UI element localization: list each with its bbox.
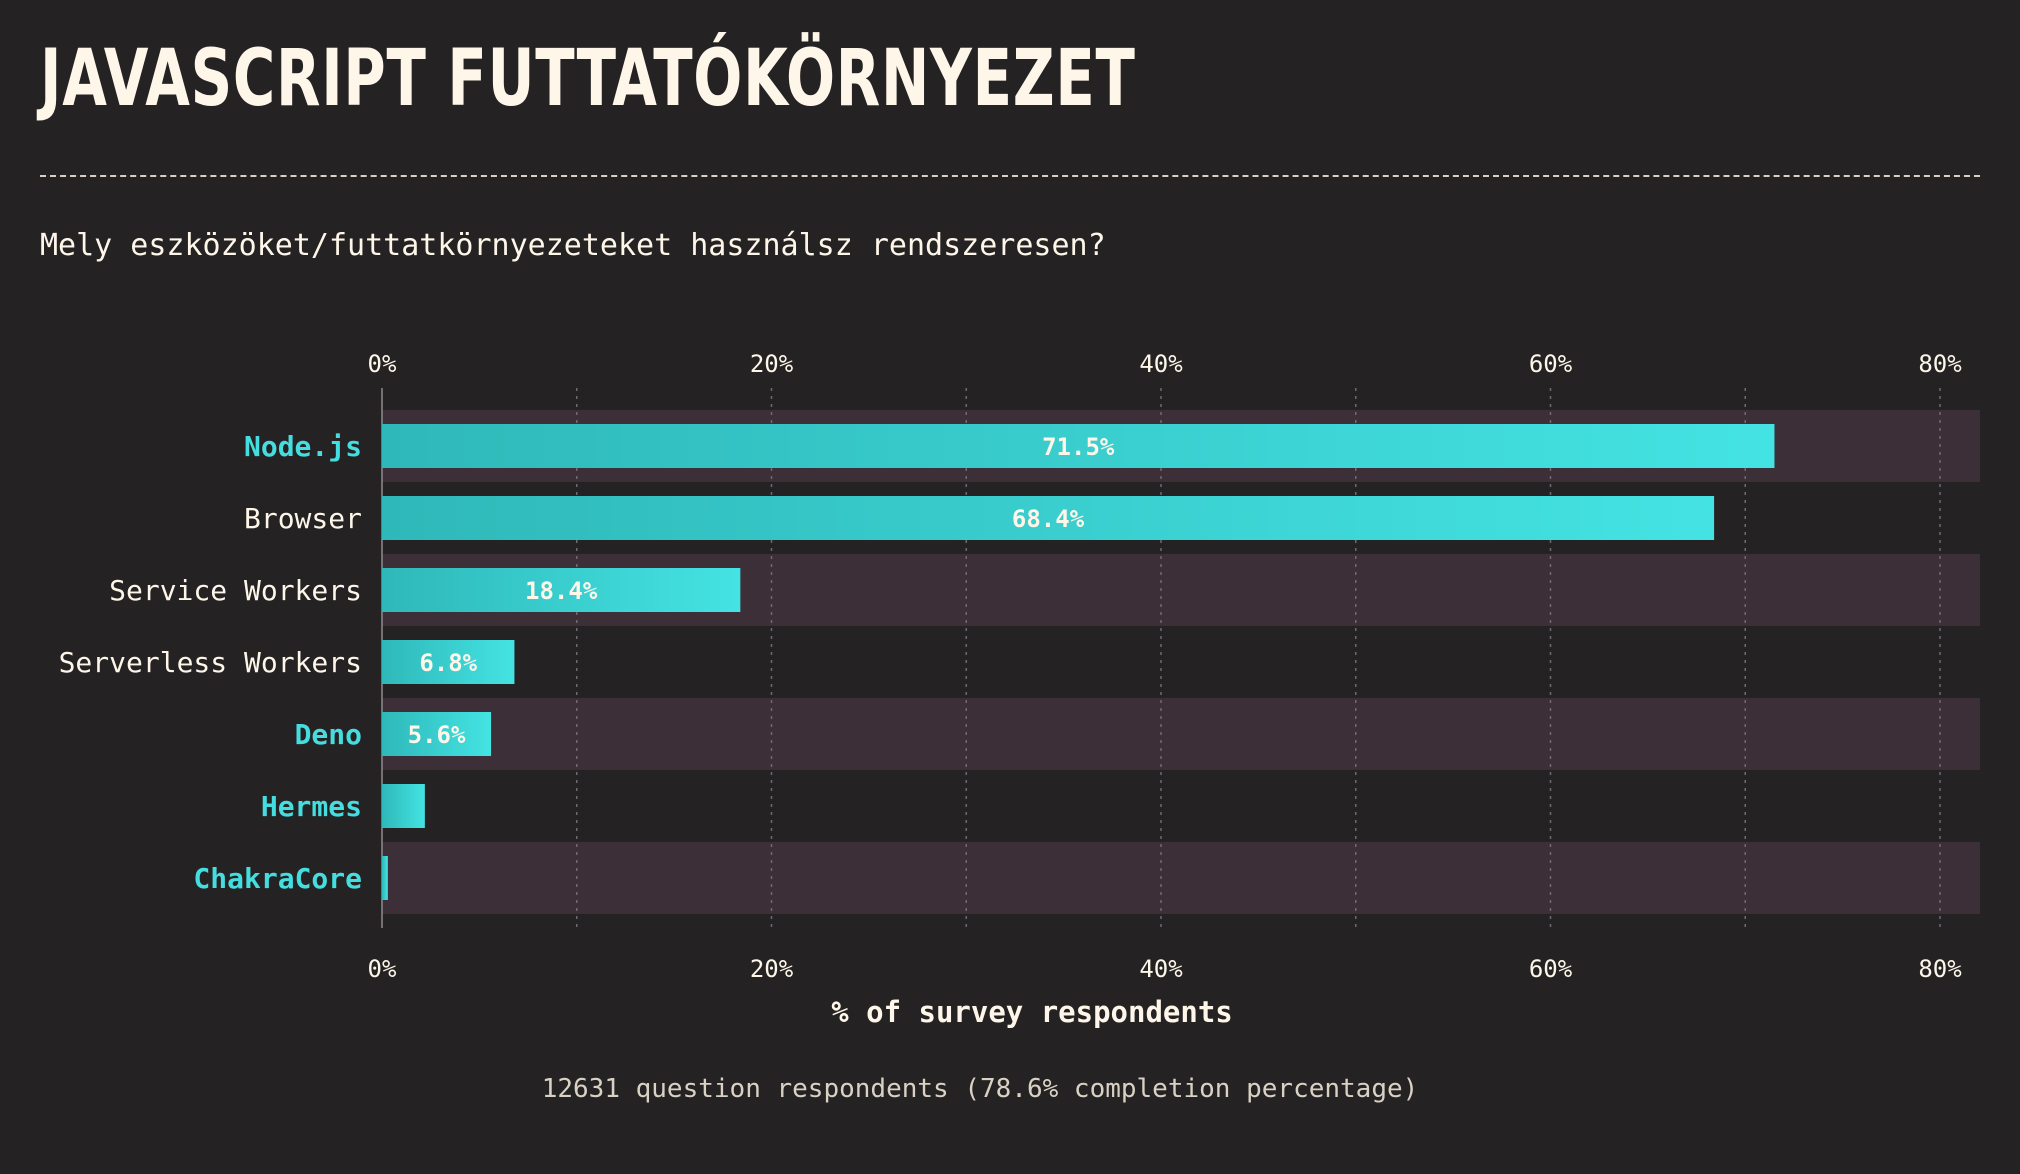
category-label[interactable]: Deno [295,718,362,751]
top-tick-label: 20% [750,350,794,378]
category-label: Browser [244,502,362,535]
bar-value-label: 6.8% [419,649,477,677]
bar-value-label: 71.5% [1042,433,1115,461]
top-tick-label: 0% [368,350,397,378]
bar-value-label: 5.6% [408,721,466,749]
bar [382,784,425,828]
bottom-tick-label: 40% [1139,955,1183,983]
category-label[interactable]: Node.js [244,430,362,463]
bottom-tick-label: 20% [750,955,794,983]
respondents-note: 12631 question respondents (78.6% comple… [541,1074,1419,1104]
bar [382,856,388,900]
bar-value-label: 18.4% [525,577,598,605]
category-label[interactable]: ChakraCore [193,862,362,895]
category-label: Serverless Workers [59,646,362,679]
bottom-tick-label: 80% [1918,955,1962,983]
category-labels: Node.js Browser Service Workers Serverless … [59,430,362,895]
top-tick-label: 60% [1529,350,1573,378]
top-tick-label: 40% [1139,350,1183,378]
x-axis-title: % of survey respondents [831,995,1233,1029]
bottom-tick-label: 60% [1529,955,1573,983]
category-label: Service Workers [109,574,362,607]
bar-value-label: 68.4% [1012,505,1085,533]
runtime-usage-bar-chart: 71.5% 68.4% 18.4% 6.8% 5.6% Node.js Browser Se… [59,350,1980,1029]
bottom-tick-label: 0% [368,955,397,983]
row-band [382,842,1980,914]
top-tick-label: 80% [1918,350,1962,378]
category-label[interactable]: Hermes [261,790,362,823]
row-band [382,698,1980,770]
row-bands [382,410,1980,914]
bars: 71.5% 68.4% 18.4% 6.8% 5.6% [382,424,1775,900]
